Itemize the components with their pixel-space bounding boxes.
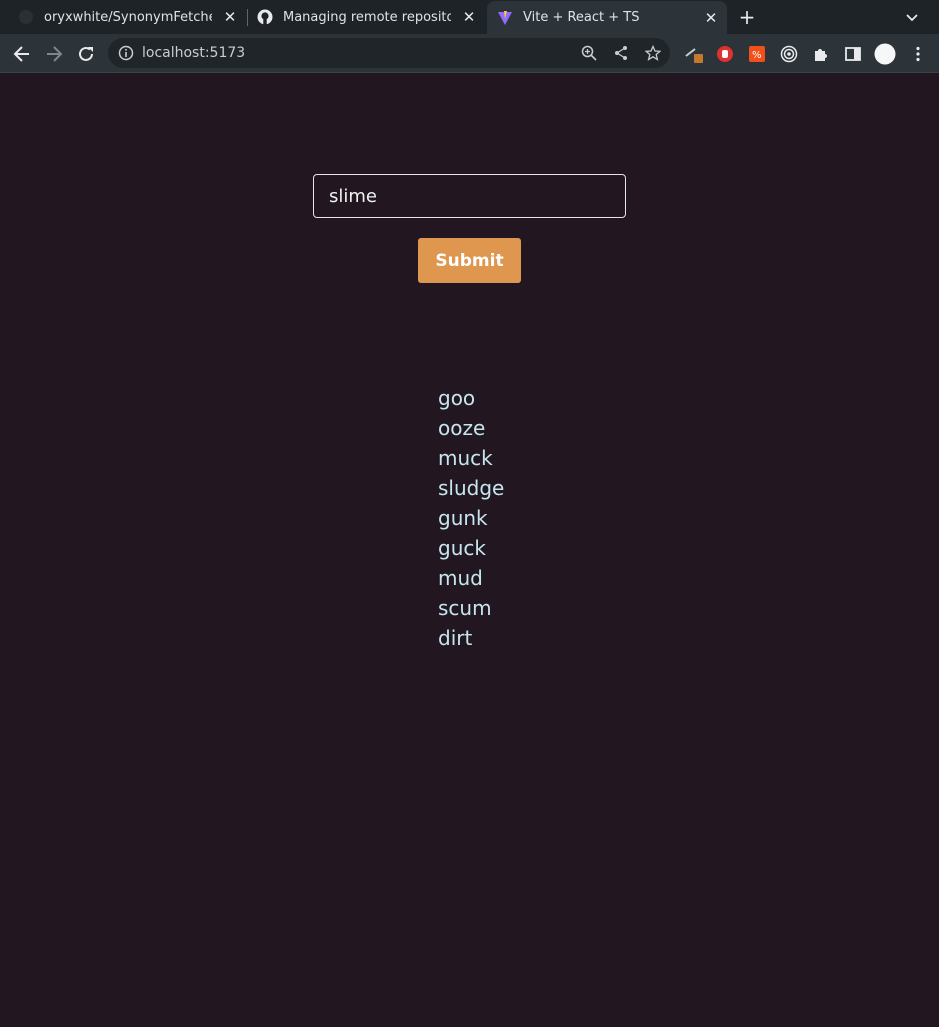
profile-avatar[interactable] [874, 43, 896, 65]
reload-icon[interactable] [75, 43, 97, 65]
new-tab-icon[interactable]: + [737, 7, 757, 27]
forward-icon[interactable] [43, 43, 65, 65]
github-icon [18, 9, 34, 25]
side-panel-icon[interactable] [843, 44, 863, 64]
tab-title: Vite + React + TS [523, 10, 640, 25]
info-icon[interactable] [118, 45, 134, 61]
synonym-list: goo ooze muck sludge gunk guck mud scum … [438, 383, 504, 653]
synonym-item: mud [438, 566, 483, 590]
browser-toolbar: localhost:5173 % [0, 34, 939, 73]
tab-title: Managing remote repositories [283, 9, 451, 25]
zoom-icon[interactable] [581, 45, 597, 61]
extensions-puzzle-icon[interactable] [811, 44, 831, 64]
menu-kebab-icon[interactable] [908, 44, 928, 64]
close-icon[interactable]: ✕ [222, 9, 238, 25]
word-input[interactable] [313, 174, 626, 218]
close-icon[interactable]: ✕ [703, 10, 719, 26]
svg-text:%: % [752, 50, 762, 61]
synonym-item: ooze [438, 416, 486, 440]
synonym-item: dirt [438, 626, 473, 650]
pencil-extension-icon[interactable] [683, 44, 703, 64]
translate-extension-icon[interactable]: % [747, 44, 767, 64]
chevron-down-icon[interactable] [904, 9, 920, 25]
tab-managing-remotes[interactable]: Managing remote repositories ✕ [257, 0, 485, 34]
tab-separator [247, 9, 248, 26]
synonym-item: goo [438, 386, 476, 410]
target-extension-icon[interactable] [779, 44, 799, 64]
hand-blocker-extension-icon[interactable] [715, 44, 735, 64]
url-text: localhost:5173 [142, 45, 246, 61]
address-bar[interactable]: localhost:5173 [108, 38, 670, 68]
tab-synonymfetcher[interactable]: oryxwhite/SynonymFetcher ✕ [18, 0, 246, 34]
tab-vite-react[interactable]: Vite + React + TS ✕ [487, 1, 727, 34]
synonym-item: gunk [438, 506, 488, 530]
vite-icon [497, 10, 513, 26]
bookmark-star-icon[interactable] [644, 44, 662, 61]
github-icon [257, 9, 273, 25]
share-icon[interactable] [613, 45, 629, 61]
close-icon[interactable]: ✕ [461, 9, 477, 25]
back-icon[interactable] [11, 43, 33, 65]
submit-button[interactable]: Submit [418, 238, 521, 283]
tab-title: oryxwhite/SynonymFetcher [44, 9, 212, 25]
synonym-item: guck [438, 536, 486, 560]
synonym-item: muck [438, 446, 493, 470]
synonym-item: sludge [438, 476, 505, 500]
synonym-item: scum [438, 596, 492, 620]
tab-strip: oryxwhite/SynonymFetcher ✕ Managing remo… [0, 0, 939, 34]
